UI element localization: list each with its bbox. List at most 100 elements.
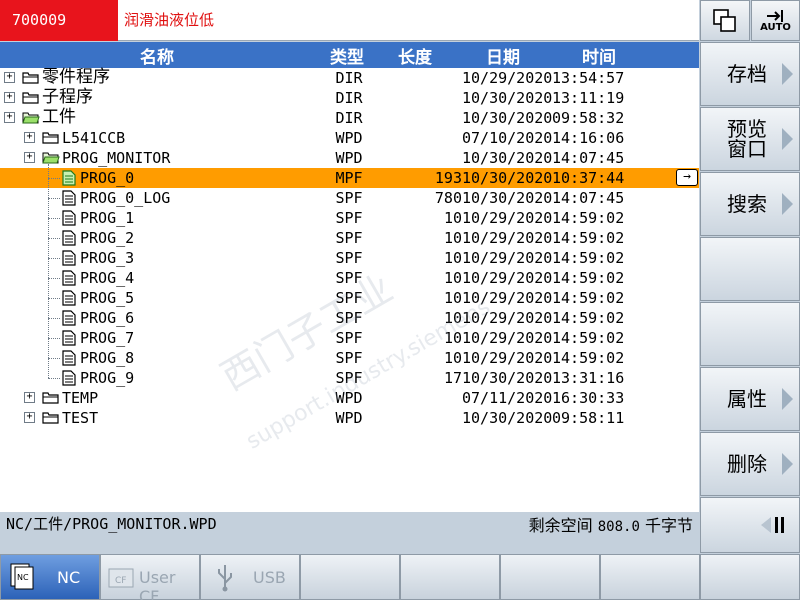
table-row[interactable]: PROG_4 SPF 10 10/29/2020 14:59:02: [0, 268, 699, 288]
tree-connector: [48, 378, 60, 379]
alarm-text: 润滑油液位低: [124, 11, 215, 29]
table-row[interactable]: + 零件程序 DIR 10/29/2020 13:54:57: [0, 68, 699, 88]
table-row[interactable]: + 子程序 DIR 10/30/2020 13:11:19: [0, 88, 699, 108]
table-row[interactable]: PROG_2 SPF 10 10/29/2020 14:59:02: [0, 228, 699, 248]
softkey-label: 预览 窗口: [727, 117, 767, 161]
program-file-icon: [62, 210, 76, 230]
expand-toggle-icon[interactable]: +: [4, 112, 15, 123]
softkey-empty[interactable]: [500, 554, 600, 600]
table-row[interactable]: + TEMP WPD 07/11/2020 16:30:33: [0, 388, 699, 408]
softkey-empty[interactable]: [300, 554, 400, 600]
file-type: WPD: [335, 409, 363, 427]
softkey-usb[interactable]: USB: [200, 554, 300, 600]
softkey-empty[interactable]: [700, 554, 800, 600]
window-switch-button[interactable]: [700, 0, 750, 41]
expand-toggle-icon[interactable]: +: [24, 392, 35, 403]
file-time: 09:58:11: [552, 409, 625, 427]
col-header-time[interactable]: 时间: [582, 43, 616, 68]
softkey-0[interactable]: 存档: [700, 42, 800, 106]
svg-text:NC: NC: [17, 573, 29, 582]
file-length: 17: [443, 369, 462, 387]
file-name: PROG_1: [80, 209, 135, 227]
file-time: 14:59:02: [552, 229, 625, 247]
tree-connector: [48, 238, 60, 239]
file-type: SPF: [335, 329, 363, 347]
file-date: 07/10/2020: [462, 129, 553, 147]
file-name: 工件: [42, 107, 76, 127]
program-file-icon: [62, 350, 76, 370]
expand-toggle-icon[interactable]: +: [4, 92, 15, 103]
table-row[interactable]: PROG_3 SPF 10 10/29/2020 14:59:02: [0, 248, 699, 268]
mode-auto-button[interactable]: AUTO: [751, 0, 800, 41]
softkey-6[interactable]: 属性: [700, 367, 800, 431]
softkey-label: User CF: [139, 568, 176, 600]
folder-open-icon: [22, 110, 40, 129]
status-bar: NC/工件/PROG_MONITOR.WPD 剩余空间 808.0 千字节: [0, 512, 699, 535]
file-date: 10/29/2020: [462, 309, 553, 327]
expand-toggle-icon[interactable]: +: [24, 412, 35, 423]
file-date: 10/29/2020: [462, 349, 553, 367]
file-time: 14:59:02: [552, 289, 625, 307]
file-date: 10/30/2020: [462, 109, 553, 127]
col-header-date[interactable]: 日期: [486, 43, 520, 68]
tree-connector: [48, 338, 60, 339]
expand-toggle-icon[interactable]: +: [24, 152, 35, 163]
tree-connector: [48, 258, 60, 259]
file-type: DIR: [335, 109, 363, 127]
table-row[interactable]: PROG_1 SPF 10 10/29/2020 14:59:02: [0, 208, 699, 228]
col-header-name[interactable]: 名称: [140, 43, 174, 68]
softkey-arrow-icon: [782, 388, 793, 410]
table-row[interactable]: + PROG_MONITOR WPD 10/30/2020 14:07:45: [0, 148, 699, 168]
table-row[interactable]: + TEST WPD 10/30/2020 09:58:11: [0, 408, 699, 428]
col-header-type[interactable]: 类型: [330, 43, 364, 68]
table-row-selected[interactable]: PROG_0 MPF 193 10/30/2020 10:37:44 →: [0, 168, 699, 188]
current-path: NC/工件/PROG_MONITOR.WPD: [6, 515, 217, 533]
file-date: 10/30/2020: [462, 409, 553, 427]
file-date: 10/29/2020: [462, 69, 553, 87]
softkey-7[interactable]: 删除: [700, 432, 800, 496]
file-name: PROG_8: [80, 349, 135, 367]
softkey-3[interactable]: 搜索: [700, 172, 800, 236]
file-name: PROG_0_LOG: [80, 189, 171, 207]
folder-icon: [42, 410, 60, 429]
table-row[interactable]: PROG_0_LOG SPF 780 10/30/2020 14:07:45: [0, 188, 699, 208]
file-name: PROG_4: [80, 269, 135, 287]
softkey-user-cf[interactable]: CF User CF: [100, 554, 200, 600]
softkey-2[interactable]: 预览 窗口: [700, 107, 800, 171]
softkey-empty[interactable]: [600, 554, 700, 600]
file-type: SPF: [335, 349, 363, 367]
table-row[interactable]: PROG_8 SPF 10 10/29/2020 14:59:02: [0, 348, 699, 368]
file-name: PROG_2: [80, 229, 135, 247]
softkey-empty[interactable]: [700, 302, 800, 366]
col-header-length[interactable]: 长度: [398, 43, 432, 68]
softkey-empty[interactable]: [700, 237, 800, 301]
folder-icon: [22, 90, 40, 109]
open-program-arrow-icon[interactable]: →: [676, 169, 698, 186]
table-row[interactable]: PROG_9 SPF 17 10/30/2020 13:31:16: [0, 368, 699, 388]
softkey-nc[interactable]: NC NC: [0, 554, 100, 600]
expand-toggle-icon[interactable]: +: [24, 132, 35, 143]
file-time: 09:58:32: [552, 109, 625, 127]
file-date: 10/29/2020: [462, 229, 553, 247]
table-row[interactable]: PROG_6 SPF 10 10/29/2020 14:59:02: [0, 308, 699, 328]
file-type: SPF: [335, 289, 363, 307]
softkey-empty[interactable]: [400, 554, 500, 600]
table-row[interactable]: PROG_5 SPF 10 10/29/2020 14:59:02: [0, 288, 699, 308]
expand-toggle-icon[interactable]: +: [4, 72, 15, 83]
file-time: 14:59:02: [552, 329, 625, 347]
program-file-icon: [62, 310, 76, 330]
folder-open-icon: [42, 150, 60, 169]
nc-memory-icon: NC: [10, 563, 34, 590]
back-softkey[interactable]: [700, 497, 800, 553]
table-row[interactable]: + 工件 DIR 10/30/2020 09:58:32: [0, 108, 699, 128]
table-row[interactable]: + L541CCB WPD 07/10/2020 14:16:06: [0, 128, 699, 148]
table-row[interactable]: PROG_7 SPF 10 10/29/2020 14:59:02: [0, 328, 699, 348]
back-arrow-icon: [761, 517, 784, 533]
tree-connector: [48, 298, 60, 299]
file-type: MPF: [335, 169, 363, 187]
tree-connector: [48, 358, 60, 359]
file-type: SPF: [335, 209, 363, 227]
file-date: 10/29/2020: [462, 329, 553, 347]
alarm-bar[interactable]: 700009 润滑油液位低: [0, 0, 699, 41]
auto-mode-arrow-icon: [766, 9, 783, 22]
